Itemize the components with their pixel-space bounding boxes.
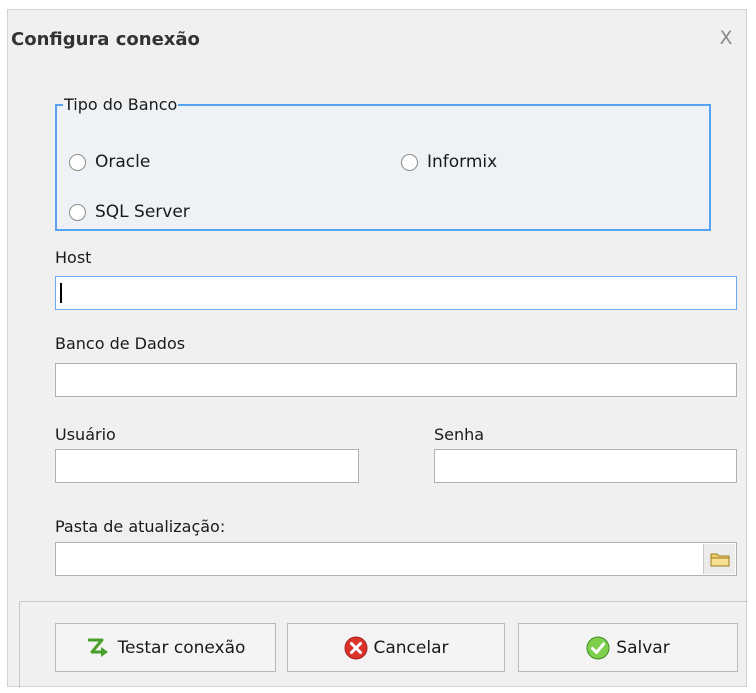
test-connection-label: Testar conexão — [117, 637, 246, 658]
dialog-title: Configura conexão — [11, 29, 200, 50]
title-bar: Configura conexão X — [8, 10, 746, 70]
browse-folder-button[interactable] — [703, 544, 735, 574]
db-type-legend: Tipo do Banco — [64, 95, 178, 114]
host-label: Host — [55, 248, 92, 267]
close-icon[interactable]: X — [715, 27, 737, 49]
database-input[interactable] — [55, 363, 737, 397]
radio-oracle[interactable]: Oracle — [69, 152, 150, 172]
save-label: Salvar — [616, 637, 670, 658]
test-connection-button[interactable]: Testar conexão — [55, 623, 276, 672]
folder-icon — [710, 553, 729, 567]
radio-circle-icon[interactable] — [69, 153, 86, 171]
lightning-arrow-icon — [87, 638, 108, 657]
password-input[interactable] — [434, 449, 737, 483]
password-label: Senha — [434, 425, 485, 444]
connection-dialog: Configura conexão X Tipo do Banco Oracle… — [7, 9, 748, 688]
radio-oracle-label: Oracle — [95, 152, 151, 172]
cancel-x-icon — [344, 636, 367, 659]
radio-circle-icon[interactable] — [69, 203, 86, 221]
button-bar: Testar conexão Cancelar Salvar — [19, 601, 748, 688]
user-label: Usuário — [55, 425, 116, 444]
radio-sqlserver[interactable]: SQL Server — [69, 202, 190, 222]
database-label: Banco de Dados — [55, 334, 186, 353]
radio-circle-icon[interactable] — [401, 153, 418, 171]
update-folder-input[interactable] — [55, 542, 737, 576]
save-button[interactable]: Salvar — [518, 623, 738, 672]
radio-sqlserver-label: SQL Server — [95, 202, 190, 222]
user-input[interactable] — [55, 449, 359, 483]
db-type-group: Tipo do Banco Oracle Informix SQL Server — [55, 95, 711, 231]
cancel-label: Cancelar — [373, 637, 449, 658]
check-icon — [586, 636, 610, 659]
text-caret — [60, 283, 62, 303]
radio-informix-label: Informix — [427, 152, 498, 172]
update-folder-label: Pasta de atualização: — [55, 517, 226, 536]
cancel-button[interactable]: Cancelar — [287, 623, 505, 672]
radio-informix[interactable]: Informix — [401, 152, 497, 172]
host-input[interactable] — [55, 276, 737, 310]
